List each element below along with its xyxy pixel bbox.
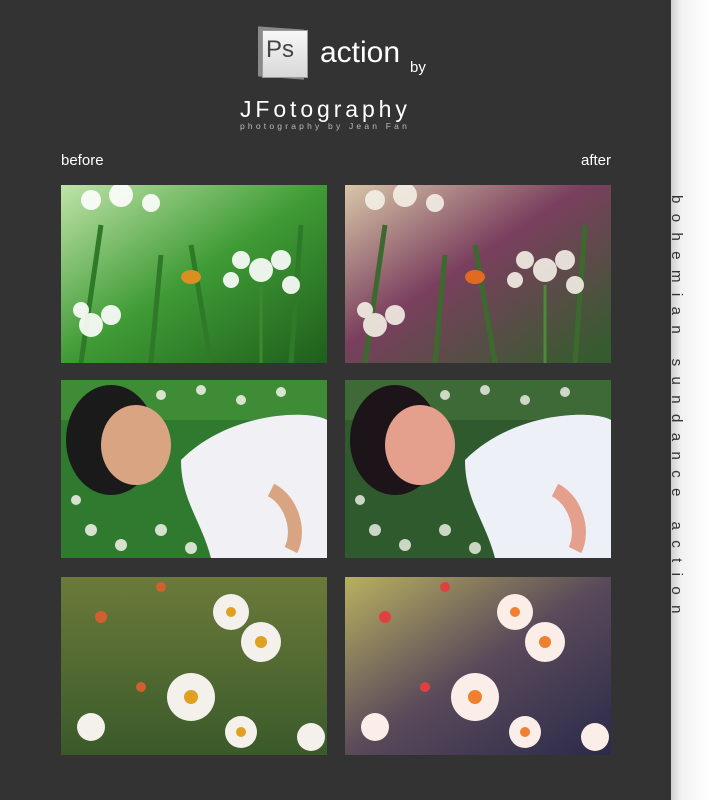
photo-daisies-after [345, 577, 611, 755]
photo-bee-after [345, 185, 611, 363]
sidebar-title: bohemian sundance action [668, 195, 685, 624]
logo-text: Ps [266, 36, 295, 63]
photo-bee-before [61, 185, 327, 363]
title: action [320, 36, 401, 69]
title-by: by [410, 59, 426, 76]
after-label: after [580, 152, 611, 169]
main-panel: Ps action by JFotography photography by … [0, 0, 671, 800]
sidebar: bohemian sundance action [668, 0, 711, 800]
before-label: before [61, 152, 104, 169]
brand-name: JFotography [240, 96, 411, 122]
photo-daisies-before [61, 577, 327, 755]
photo-woman-before [61, 380, 327, 558]
brand-tagline: photography by Jean Fan [240, 121, 411, 131]
photo-woman-after [345, 380, 611, 558]
photoshop-logo-icon: Ps [258, 26, 310, 80]
sidebar-vertical-text: bohemian sundance action [668, 195, 711, 624]
